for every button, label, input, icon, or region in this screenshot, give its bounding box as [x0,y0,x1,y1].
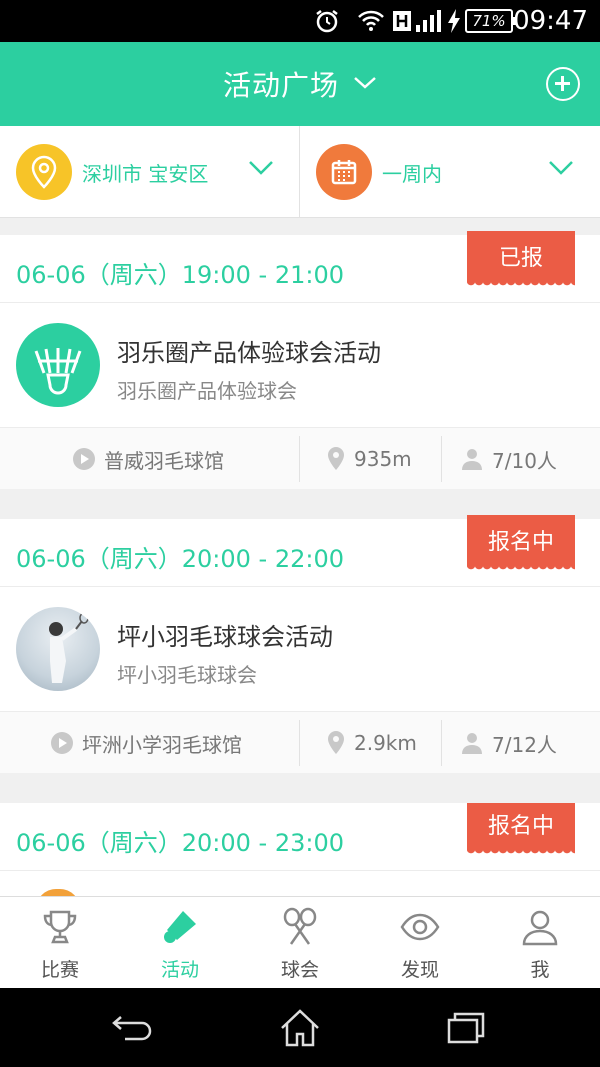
play-circle-icon [50,731,74,755]
activity-meta: 普威羽毛球馆 935m 7/10人 [0,427,600,489]
chevron-down-icon [248,160,274,180]
bottom-tab-bar: 比赛 活动 球会 发现 我 [0,896,600,988]
app-header: 活动广场 [0,42,600,126]
club-avatar [16,607,100,691]
divider [299,720,300,766]
divider [299,436,300,482]
activity-time: 06-06（周六）19:00 - 21:00 [16,261,344,289]
location-label: 深圳市 宝安区 [82,161,209,186]
participants: 7/10人 [460,428,557,490]
distance: 2.9km [326,712,417,774]
tab-label: 球会 [280,959,319,981]
system-nav-bar [0,988,600,1067]
date-range-label: 一周内 [382,161,442,186]
status-bar: 71% 09:47 [0,0,600,42]
tab-matches[interactable]: 比赛 [0,897,120,989]
battery-level: 71% [465,9,517,33]
recent-apps-icon[interactable] [444,1006,488,1050]
shuttlecock-icon [160,907,200,947]
club-name: 羽乐圈产品体验球会 [117,379,297,403]
date-filter[interactable]: 一周内 [316,126,586,218]
distance-value: 2.9km [354,731,417,755]
activity-info: 坪小羽毛球球会活动 坪小羽毛球球会 [0,587,600,711]
activity-meta: 坪洲小学羽毛球馆 2.9km 7/12人 [0,711,600,773]
activity-time-row: 06-06（周六）20:00 - 23:00 报名中 [0,803,600,871]
club-logo [16,323,100,407]
chevron-down-icon [548,160,574,180]
clock: 09:47 [513,6,588,36]
play-circle-icon [72,447,96,471]
back-icon[interactable] [110,1006,154,1050]
tab-clubs[interactable]: 球会 [240,897,360,989]
tab-activities[interactable]: 活动 [120,897,240,989]
activity-card[interactable]: 06-06（周六）19:00 - 21:00 已报 羽乐圈产品体验球会活动 羽乐… [0,231,600,489]
eye-icon [400,907,440,947]
activity-name: 羽乐圈产品体验球会活动 [117,339,381,367]
home-icon[interactable] [278,1006,322,1050]
participant-count: 7/12人 [492,732,557,757]
location-pin-icon [326,730,346,756]
status-badge: 报名中 [467,803,575,855]
person-icon [460,447,484,471]
alarm-icon [312,6,342,36]
venue: 普威羽毛球馆 [72,428,224,490]
signal-icon [414,6,442,36]
club-avatar [36,889,80,896]
activity-time: 06-06（周六）20:00 - 22:00 [16,545,344,573]
participants: 7/12人 [460,712,557,774]
person-icon [460,731,484,755]
activity-info: 羽乐圈产品体验球会活动 羽乐圈产品体验球会 [0,303,600,427]
activity-time: 06-06（周六）20:00 - 23:00 [16,829,344,857]
hspa-icon [392,6,412,36]
tab-me[interactable]: 我 [480,897,600,989]
activity-card[interactable]: 06-06（周六）20:00 - 23:00 报名中 [0,803,600,896]
status-badge: 报名中 [467,515,575,571]
activity-time-row: 06-06（周六）19:00 - 21:00 已报 [0,231,600,303]
tab-label: 发现 [400,959,439,981]
venue: 坪洲小学羽毛球馆 [50,712,242,774]
charging-icon [446,6,462,36]
page-title: 活动广场 [222,69,339,102]
location-pin-icon [326,446,346,472]
divider [441,436,442,482]
add-activity-button[interactable] [546,67,580,101]
chevron-down-icon [353,75,377,94]
venue-name: 普威羽毛球馆 [104,448,224,473]
divider [441,720,442,766]
distance: 935m [326,428,412,490]
trophy-icon [40,907,80,947]
shuttlecock-logo-icon [34,348,82,395]
club-name: 坪小羽毛球球会 [117,663,257,687]
tab-label: 我 [530,959,550,981]
activity-time-row: 06-06（周六）20:00 - 22:00 报名中 [0,515,600,587]
filter-bar: 深圳市 宝安区 一周内 [0,126,600,218]
person-icon [520,907,560,947]
tab-discover[interactable]: 发现 [360,897,480,989]
divider [299,126,300,218]
tab-label: 比赛 [40,959,79,981]
venue-name: 坪洲小学羽毛球馆 [82,732,242,757]
wifi-icon [356,6,386,36]
participant-count: 7/10人 [492,448,557,473]
activity-name: 坪小羽毛球球会活动 [117,623,333,651]
title-dropdown[interactable]: 活动广场 [0,42,600,126]
location-pin-icon [16,144,72,200]
calendar-icon [316,144,372,200]
status-badge: 已报 [467,231,575,287]
badminton-player-photo [49,612,89,683]
activity-card[interactable]: 06-06（周六）20:00 - 22:00 报名中 坪小羽毛球球会活动 坪小羽… [0,515,600,773]
tab-label: 活动 [160,959,199,981]
location-filter[interactable]: 深圳市 宝安区 [16,126,286,218]
distance-value: 935m [354,447,412,471]
rackets-icon [280,907,320,947]
